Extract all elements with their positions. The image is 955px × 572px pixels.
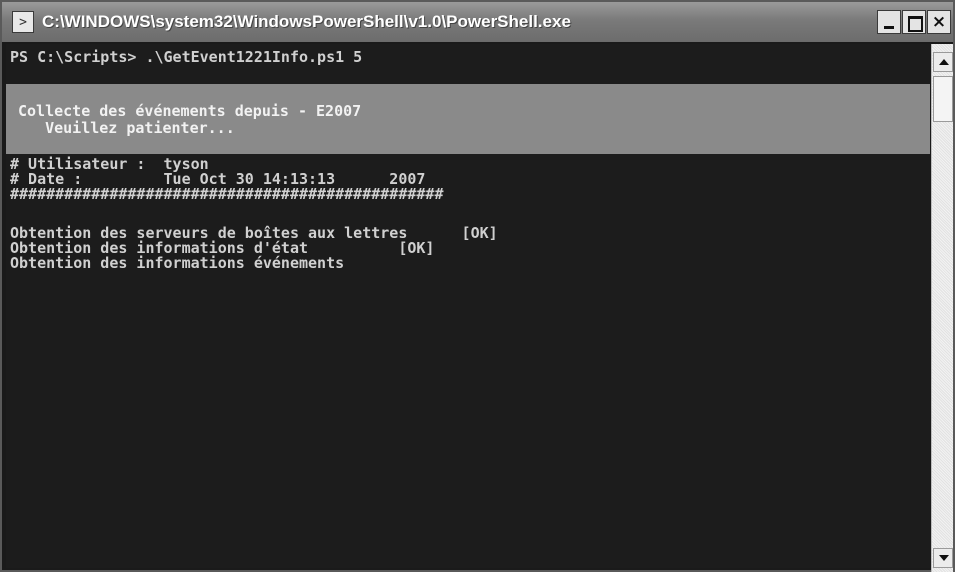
title-bar[interactable]: > C:\WINDOWS\system32\WindowsPowerShell\… [2,2,953,42]
step-line: Obtention des informations d'état [OK] [10,239,435,257]
powershell-icon[interactable]: > [12,11,34,33]
step-line: Obtention des informations événements [10,254,345,272]
minimize-button[interactable] [877,10,901,34]
banner-wait: Veuillez patienter... [18,119,235,137]
scroll-thumb[interactable] [933,76,953,122]
user-line: # Utilisateur : tyson [10,155,209,173]
powershell-window: > C:\WINDOWS\system32\WindowsPowerShell\… [0,0,955,572]
window-controls: × [876,10,951,34]
date-line: # Date : Tue Oct 30 14:13:13 2007 [10,170,426,188]
close-button[interactable]: × [927,10,951,34]
step-line: Obtention des serveurs de boîtes aux let… [10,224,498,242]
scroll-up-icon[interactable] [933,52,953,72]
window-title: C:\WINDOWS\system32\WindowsPowerShell\v1… [42,12,571,31]
console-output[interactable]: PS C:\Scripts> .\GetEvent1221Info.ps1 5 … [6,44,930,568]
separator-line: ########################################… [10,185,444,203]
vertical-scrollbar[interactable] [931,44,953,572]
progress-banner: Collecte des événements depuis - E2007 V… [6,84,930,154]
maximize-button[interactable] [902,10,926,34]
prompt-line: PS C:\Scripts> .\GetEvent1221Info.ps1 5 [10,48,363,66]
scroll-down-icon[interactable] [933,548,953,568]
banner-title: Collecte des événements depuis - E2007 [18,102,362,120]
